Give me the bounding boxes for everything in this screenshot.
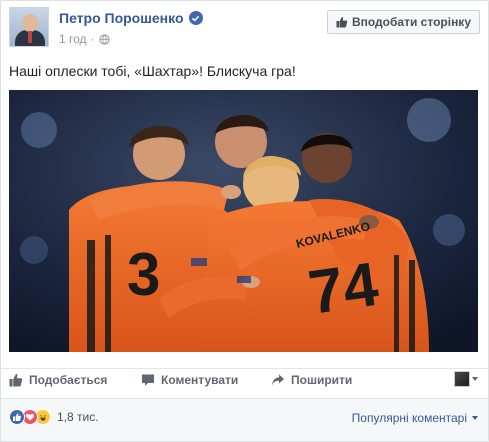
- comment-label: Коментувати: [161, 373, 239, 387]
- author-row: Петро Порошенко: [59, 10, 203, 26]
- chevron-down-icon: [472, 377, 478, 381]
- team-celebration-image: 3 74 KOVALENKO: [9, 90, 478, 352]
- jersey-number-right: 74: [304, 250, 382, 328]
- post-actions: Подобається Коментувати Поширити: [1, 368, 488, 396]
- like-page-button[interactable]: Вподобати сторінку: [326, 10, 480, 34]
- globe-icon: [98, 33, 110, 45]
- post-card: Петро Порошенко 1 год · Вподобати сторін…: [0, 0, 489, 442]
- post-meta: 1 год ·: [59, 32, 110, 46]
- like-page-label: Вподобати сторінку: [351, 15, 471, 29]
- jersey-number-left: 3: [127, 241, 160, 308]
- post-as-selector[interactable]: [454, 371, 478, 387]
- comment-sort-dropdown[interactable]: Популярні коментарі: [352, 411, 478, 425]
- like-reaction-icon: [9, 409, 25, 425]
- post-header: Петро Порошенко 1 год · Вподобати сторін…: [9, 7, 480, 53]
- author-name[interactable]: Петро Порошенко: [59, 10, 184, 26]
- post-timestamp[interactable]: 1 год: [59, 32, 87, 46]
- like-button[interactable]: Подобається: [9, 373, 107, 387]
- share-button[interactable]: Поширити: [271, 373, 352, 387]
- author-avatar[interactable]: [9, 7, 49, 47]
- thumbs-up-icon: [336, 17, 348, 28]
- chevron-down-icon: [472, 416, 478, 420]
- share-label: Поширити: [291, 373, 353, 387]
- post-footer: 1,8 тис. Популярні коментарі: [1, 398, 488, 441]
- post-text: Наші оплески тобі, «Шахтар»! Блискуча гр…: [9, 63, 296, 79]
- reaction-count[interactable]: 1,8 тис.: [57, 410, 99, 424]
- meta-separator: ·: [90, 32, 95, 46]
- comment-icon: [142, 374, 154, 386]
- share-icon: [272, 374, 284, 386]
- comment-button[interactable]: Коментувати: [141, 373, 238, 387]
- verified-badge-icon: [188, 11, 203, 25]
- post-photo[interactable]: 3 74 KOVALENKO: [9, 90, 478, 352]
- like-label: Подобається: [29, 373, 108, 387]
- thumbs-up-icon: [9, 374, 23, 387]
- viewer-avatar: [454, 371, 470, 387]
- reactions-summary[interactable]: 1,8 тис.: [9, 409, 99, 425]
- comment-sort-label: Популярні коментарі: [351, 411, 467, 425]
